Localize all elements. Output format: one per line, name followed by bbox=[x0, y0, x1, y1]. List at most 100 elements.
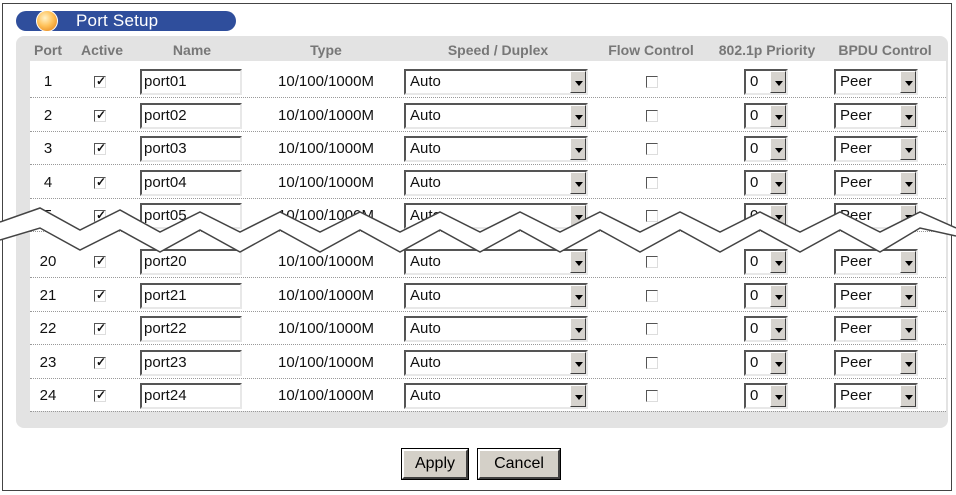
port-type: 10/100/1000M bbox=[278, 106, 374, 124]
flow-control-checkbox[interactable] bbox=[646, 390, 658, 402]
priority-select[interactable]: 0 bbox=[744, 349, 788, 376]
active-checkbox[interactable]: ✓ bbox=[94, 74, 107, 88]
active-checkbox[interactable]: ✓ bbox=[94, 175, 106, 189]
chevron-down-icon[interactable] bbox=[570, 284, 586, 307]
bpdu-control-select-value: Peer bbox=[840, 286, 872, 304]
bpdu-control-select[interactable]: Peer bbox=[834, 69, 918, 95]
bpdu-control-select-value: Peer bbox=[840, 173, 872, 191]
table-row: 2 ✓ port02 10/100/1000M Auto 0 Peer bbox=[30, 99, 946, 132]
priority-select[interactable]: 0 bbox=[744, 102, 788, 129]
chevron-down-icon[interactable] bbox=[900, 104, 916, 127]
bpdu-control-select[interactable]: Peer bbox=[834, 349, 918, 376]
active-checkbox[interactable]: ✓ bbox=[94, 288, 106, 302]
cancel-button[interactable]: Cancel bbox=[477, 448, 561, 480]
bpdu-control-select[interactable]: Peer bbox=[834, 316, 918, 342]
speed-duplex-select[interactable]: Auto bbox=[404, 316, 588, 342]
flow-control-checkbox[interactable] bbox=[646, 176, 658, 189]
chevron-down-icon[interactable] bbox=[770, 385, 786, 407]
bpdu-control-select-value: Peer bbox=[840, 73, 872, 90]
chevron-down-icon[interactable] bbox=[570, 104, 586, 127]
port-name-input[interactable]: port02 bbox=[140, 102, 242, 129]
table-row: 23 ✓ port23 10/100/1000M Auto 0 Peer bbox=[30, 346, 946, 379]
chevron-down-icon[interactable] bbox=[900, 351, 916, 374]
priority-select[interactable]: 0 bbox=[744, 169, 788, 196]
priority-select[interactable]: 0 bbox=[744, 383, 788, 409]
chevron-down-icon[interactable] bbox=[570, 318, 586, 340]
chevron-down-icon[interactable] bbox=[770, 171, 786, 194]
apply-button[interactable]: Apply bbox=[401, 448, 469, 480]
port-type: 10/100/1000M bbox=[278, 353, 374, 371]
flow-control-checkbox[interactable] bbox=[646, 289, 658, 302]
bpdu-control-select[interactable]: Peer bbox=[834, 169, 918, 196]
chevron-down-icon[interactable] bbox=[770, 351, 786, 374]
orange-bulb-icon bbox=[36, 10, 58, 32]
port-name-input[interactable]: port04 bbox=[140, 169, 242, 196]
port-name-input[interactable]: port03 bbox=[140, 136, 242, 162]
speed-duplex-select[interactable]: Auto bbox=[404, 69, 588, 95]
header-col-speed-duplex: Speed / Duplex bbox=[447, 42, 549, 58]
chevron-down-icon[interactable] bbox=[570, 171, 586, 194]
chevron-down-icon[interactable] bbox=[900, 385, 916, 407]
chevron-down-icon[interactable] bbox=[570, 351, 586, 374]
bpdu-control-select[interactable]: Peer bbox=[834, 383, 918, 409]
checkmark-icon: ✓ bbox=[95, 321, 107, 335]
bpdu-control-select[interactable]: Peer bbox=[834, 282, 918, 309]
bpdu-control-select-value: Peer bbox=[840, 320, 872, 337]
active-checkbox[interactable]: ✓ bbox=[94, 321, 107, 335]
chevron-down-icon[interactable] bbox=[770, 284, 786, 307]
port-name-input[interactable]: port23 bbox=[140, 349, 242, 376]
checkmark-icon: ✓ bbox=[95, 74, 107, 88]
active-checkbox[interactable]: ✓ bbox=[94, 254, 106, 268]
table-row: 24 ✓ port24 10/100/1000M Auto 0 Peer bbox=[30, 379, 946, 412]
chevron-down-icon[interactable] bbox=[570, 385, 586, 407]
active-checkbox[interactable]: ✓ bbox=[94, 354, 107, 369]
chevron-down-icon[interactable] bbox=[900, 318, 916, 340]
flow-control-checkbox[interactable] bbox=[646, 76, 658, 88]
port-name-input[interactable]: port22 bbox=[140, 316, 242, 342]
priority-select[interactable]: 0 bbox=[744, 69, 788, 95]
bpdu-control-select[interactable]: Peer bbox=[834, 102, 918, 129]
speed-duplex-select[interactable]: Auto bbox=[404, 282, 588, 309]
flow-control-checkbox[interactable] bbox=[646, 143, 658, 155]
priority-select-value: 0 bbox=[750, 353, 759, 371]
chevron-down-icon[interactable] bbox=[770, 71, 786, 93]
chevron-down-icon[interactable] bbox=[570, 138, 586, 160]
chevron-down-icon[interactable] bbox=[900, 138, 916, 160]
chevron-down-icon[interactable] bbox=[770, 138, 786, 160]
chevron-down-icon[interactable] bbox=[570, 71, 586, 93]
priority-select[interactable]: 0 bbox=[744, 282, 788, 309]
flow-control-checkbox[interactable] bbox=[646, 356, 658, 369]
speed-duplex-select[interactable]: Auto bbox=[404, 349, 588, 376]
flow-control-checkbox[interactable] bbox=[646, 323, 658, 335]
priority-select-value: 0 bbox=[750, 173, 759, 191]
active-checkbox[interactable]: ✓ bbox=[94, 108, 106, 122]
bpdu-control-select[interactable]: Peer bbox=[834, 136, 918, 162]
chevron-down-icon[interactable] bbox=[900, 71, 916, 93]
port-name-input[interactable]: port21 bbox=[140, 282, 242, 309]
speed-duplex-select[interactable]: Auto bbox=[404, 102, 588, 129]
chevron-down-icon[interactable] bbox=[770, 104, 786, 127]
flow-control-checkbox[interactable] bbox=[646, 256, 658, 268]
speed-duplex-select[interactable]: Auto bbox=[404, 169, 588, 196]
flow-control-checkbox[interactable] bbox=[646, 109, 658, 122]
chevron-down-icon[interactable] bbox=[900, 284, 916, 307]
port-type: 10/100/1000M bbox=[278, 286, 374, 304]
priority-select-value: 0 bbox=[750, 140, 759, 157]
priority-select[interactable]: 0 bbox=[744, 136, 788, 162]
checkmark-icon: ✓ bbox=[95, 354, 107, 369]
port-number: 3 bbox=[43, 140, 53, 157]
port-type: 10/100/1000M bbox=[278, 140, 374, 157]
checkmark-icon: ✓ bbox=[95, 388, 107, 402]
speed-duplex-select[interactable]: Auto bbox=[404, 383, 588, 409]
active-checkbox[interactable]: ✓ bbox=[94, 388, 107, 402]
speed-duplex-select-value: Auto bbox=[410, 73, 441, 90]
speed-duplex-select[interactable]: Auto bbox=[404, 136, 588, 162]
active-checkbox[interactable]: ✓ bbox=[94, 141, 106, 155]
chevron-down-icon[interactable] bbox=[770, 318, 786, 340]
table-row: 22 ✓ port22 10/100/1000M Auto 0 Peer bbox=[30, 312, 946, 345]
port-name-input[interactable]: port24 bbox=[140, 383, 242, 409]
bpdu-control-select-value: Peer bbox=[840, 353, 872, 371]
port-name-input[interactable]: port01 bbox=[140, 69, 242, 95]
priority-select[interactable]: 0 bbox=[744, 316, 788, 342]
chevron-down-icon[interactable] bbox=[900, 171, 916, 194]
